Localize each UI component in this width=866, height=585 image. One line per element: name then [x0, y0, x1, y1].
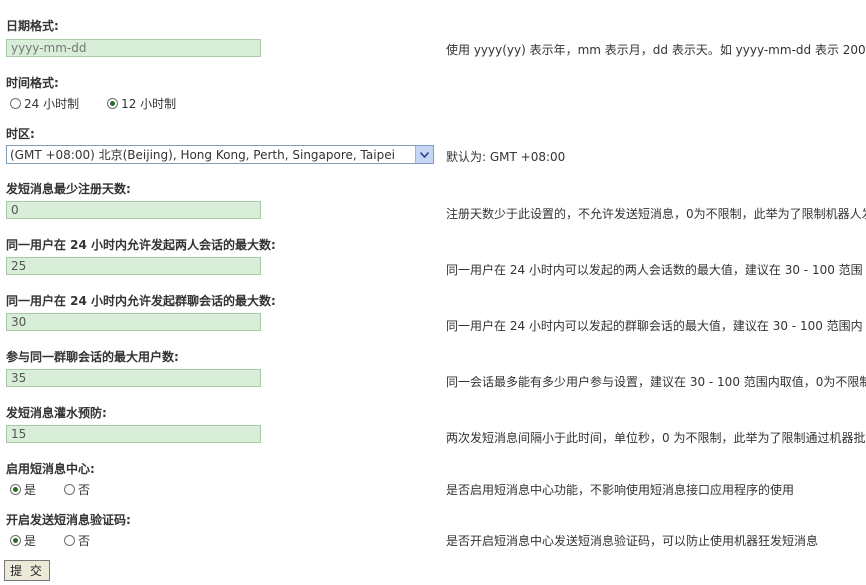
radio-24h-dot[interactable]: [10, 98, 21, 109]
timezone-label: 时区:: [6, 127, 35, 141]
radio-seccode-no-dot[interactable]: [64, 535, 76, 546]
enable-seccode-label: 开启发送短消息验证码:: [6, 513, 131, 527]
flood-control-input[interactable]: [6, 425, 261, 443]
max-group-sessions-label: 同一用户在 24 小时内允许发起群聊会话的最大数:: [6, 294, 276, 308]
min-reg-days-desc: 注册天数少于此设置的，不允许发送短消息，0为不限制，此举为了限制机器人发: [446, 207, 866, 221]
radio-seccode-yes[interactable]: 是: [10, 532, 36, 549]
timezone-selected-value: (GMT +08:00) 北京(Beijing), Hong Kong, Per…: [10, 148, 395, 162]
min-reg-days-input[interactable]: [6, 201, 261, 219]
enable-pm-center-desc: 是否启用短消息中心功能，不影响使用短消息接口应用程序的使用: [446, 483, 795, 497]
radio-seccode-yes-dot[interactable]: [10, 535, 21, 546]
max-group-users-label: 参与同一群聊会话的最大用户数:: [6, 350, 179, 364]
radio-24h-label: 24 小时制: [24, 97, 80, 111]
enable-seccode-radio-group: 是 否: [10, 532, 118, 549]
flood-control-desc: 两次发短消息间隔小于此时间，单位秒，0 为不限制，此举为了限制通过机器批: [446, 431, 866, 445]
radio-pm-center-yes-dot[interactable]: [10, 484, 21, 495]
max-group-sessions-input[interactable]: [6, 313, 261, 331]
radio-pm-center-no-dot[interactable]: [64, 484, 76, 495]
max-group-users-desc: 同一会话最多能有多少用户参与设置，建议在 30 - 100 范围内取值，0为不限…: [446, 375, 866, 389]
time-format-label: 时间格式:: [6, 76, 59, 90]
radio-pm-center-no[interactable]: 否: [64, 481, 90, 498]
chevron-down-icon[interactable]: [415, 146, 433, 163]
date-format-label: 日期格式:: [6, 19, 59, 33]
timezone-select[interactable]: (GMT +08:00) 北京(Beijing), Hong Kong, Per…: [6, 145, 434, 164]
radio-pm-center-no-label: 否: [78, 483, 91, 497]
radio-12h[interactable]: 12 小时制: [107, 95, 176, 112]
submit-button[interactable]: 提 交: [4, 560, 50, 581]
max-private-sessions-input[interactable]: [6, 257, 261, 275]
timezone-desc: 默认为: GMT +08:00: [446, 150, 566, 164]
max-group-sessions-desc: 同一用户在 24 小时内可以发起的群聊会话的最大值，建议在 30 - 100 范…: [446, 319, 863, 333]
radio-seccode-yes-label: 是: [24, 534, 37, 548]
radio-12h-dot[interactable]: [107, 98, 119, 109]
min-reg-days-label: 发短消息最少注册天数:: [6, 182, 131, 196]
radio-pm-center-yes[interactable]: 是: [10, 481, 36, 498]
max-private-sessions-label: 同一用户在 24 小时内允许发起两人会话的最大数:: [6, 238, 276, 252]
radio-24h[interactable]: 24 小时制: [10, 95, 79, 112]
enable-seccode-desc: 是否开启短消息中心发送短消息验证码，可以防止使用机器狂发短消息: [446, 534, 819, 548]
date-format-input[interactable]: [6, 39, 261, 57]
radio-pm-center-yes-label: 是: [24, 483, 37, 497]
enable-pm-center-label: 启用短消息中心:: [6, 462, 95, 476]
enable-pm-center-radio-group: 是 否: [10, 481, 118, 498]
max-group-users-input[interactable]: [6, 369, 261, 387]
radio-seccode-no-label: 否: [78, 534, 91, 548]
radio-seccode-no[interactable]: 否: [64, 532, 90, 549]
flood-control-label: 发短消息灌水预防:: [6, 406, 107, 420]
max-private-sessions-desc: 同一用户在 24 小时内可以发起的两人会话数的最大值，建议在 30 - 100 …: [446, 263, 863, 277]
date-format-desc: 使用 yyyy(yy) 表示年，mm 表示月，dd 表示天。如 yyyy-mm-…: [446, 43, 866, 57]
time-format-radio-group: 24 小时制 12 小时制: [10, 95, 204, 112]
radio-12h-label: 12 小时制: [121, 97, 177, 111]
